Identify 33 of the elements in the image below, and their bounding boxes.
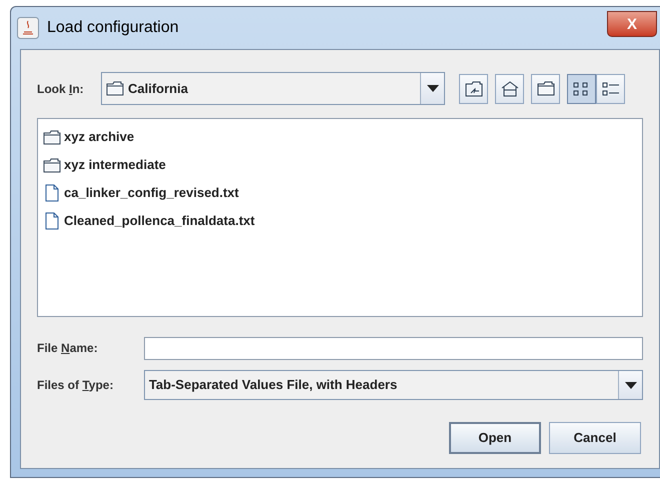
look-in-dropdown[interactable]: California bbox=[101, 72, 445, 105]
folder-icon bbox=[43, 158, 61, 172]
file-name-label: File Name: bbox=[37, 341, 98, 355]
file-list-item[interactable]: Cleaned_pollenca_finaldata.txt bbox=[42, 211, 257, 231]
dialog-button[interactable]: Open bbox=[449, 422, 541, 454]
folder-icon bbox=[106, 81, 124, 96]
folder-icon bbox=[43, 130, 61, 144]
toolbar-button[interactable] bbox=[459, 74, 488, 104]
file-list-item[interactable]: ca_linker_config_revised.txt bbox=[42, 183, 241, 203]
file-name-field[interactable] bbox=[144, 336, 643, 360]
toolbar-button[interactable] bbox=[567, 74, 596, 104]
look-in-label: Look In: bbox=[37, 82, 84, 96]
home-icon bbox=[500, 80, 518, 96]
file-list-item[interactable]: xyz archive bbox=[42, 127, 136, 147]
app-icon bbox=[17, 17, 39, 39]
folder-up-icon bbox=[464, 80, 482, 96]
caret-icon bbox=[426, 85, 438, 92]
file-list-item[interactable]: xyz intermediate bbox=[42, 155, 168, 175]
dialog-button[interactable]: Cancel bbox=[549, 422, 641, 454]
folder-icon bbox=[536, 81, 554, 96]
look-in-value: California bbox=[128, 80, 189, 98]
toolbar-button[interactable] bbox=[495, 74, 524, 104]
toolbar-button[interactable] bbox=[596, 74, 625, 104]
file-icon bbox=[45, 212, 59, 230]
details-view-icon bbox=[602, 80, 620, 96]
toolbar-button[interactable] bbox=[531, 74, 560, 104]
caret-icon bbox=[624, 382, 636, 388]
files-of-type-label: Files of Type: bbox=[37, 378, 114, 392]
file-icon bbox=[45, 184, 59, 202]
file-type-value: Tab-Separated Values File, with Headers bbox=[148, 376, 398, 394]
list-view-icon bbox=[572, 80, 590, 96]
window-title: Load configuration bbox=[47, 18, 179, 38]
file-type-dropdown[interactable]: Tab-Separated Values File, with Headers bbox=[144, 370, 643, 400]
